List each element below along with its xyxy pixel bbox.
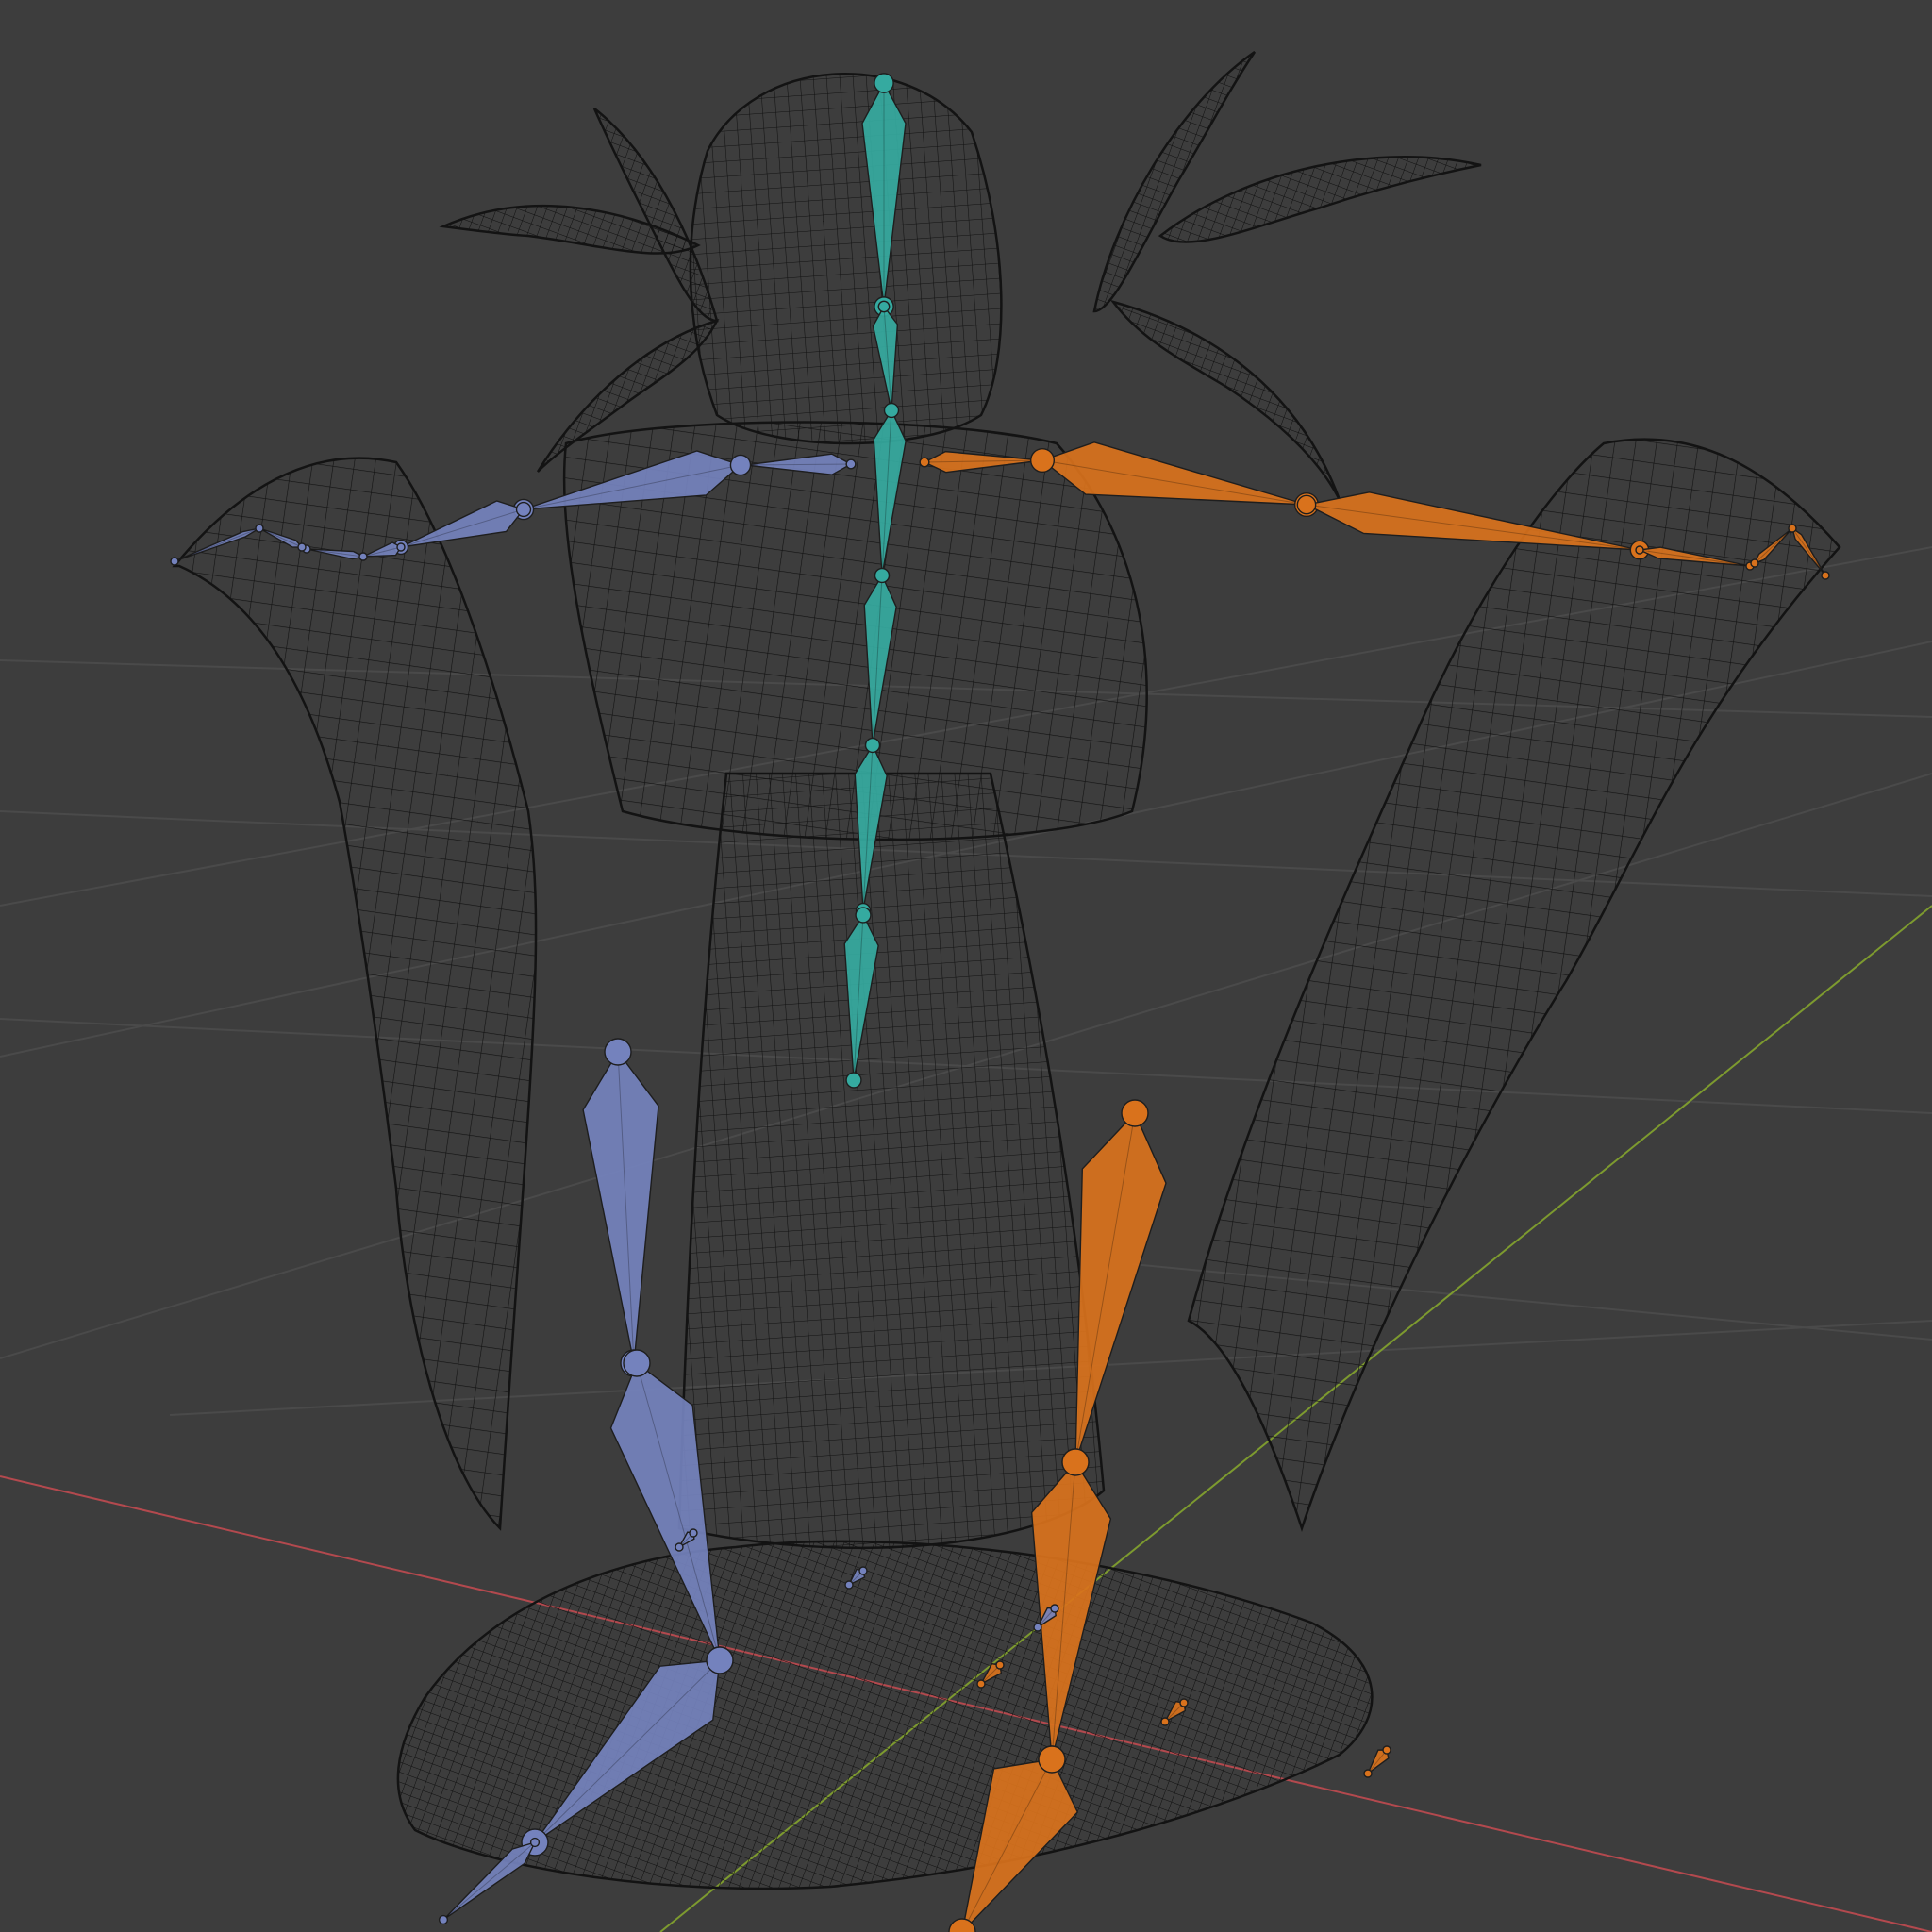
bone-extra-r2-tail-joint[interactable]	[1160, 1717, 1170, 1726]
3d-viewport[interactable]	[0, 0, 1932, 1932]
bone-finger-l3-head-joint[interactable]	[255, 524, 264, 533]
bone-finger-l2-head-joint[interactable]	[297, 542, 307, 552]
character-mesh[interactable]	[172, 50, 1841, 1890]
bone-extra-c1-head-joint[interactable]	[858, 1566, 868, 1575]
bone-spine-lower-head-joint[interactable]	[864, 737, 881, 754]
bone-head-head-joint[interactable]	[874, 73, 894, 93]
bone-chest-head-joint[interactable]	[883, 402, 900, 419]
mesh-horn-right-2	[1092, 50, 1257, 313]
bone-shoulder-r-head-joint[interactable]	[919, 457, 930, 468]
bone-extra-c2-head-joint[interactable]	[1050, 1604, 1059, 1613]
bone-thigh-r[interactable]	[1074, 1111, 1167, 1463]
bone-thigh-l[interactable]	[582, 1050, 659, 1364]
bone-extra-c2-tail-joint[interactable]	[1033, 1623, 1042, 1632]
bone-forearm-r-head-joint[interactable]	[1296, 494, 1317, 515]
bone-hand-r-head-joint[interactable]	[1635, 545, 1644, 555]
bone-forearm-l-head-joint[interactable]	[515, 501, 532, 518]
bone-extra-r2-head-joint[interactable]	[1179, 1698, 1189, 1707]
bone-hips-tail-joint[interactable]	[845, 1072, 862, 1089]
mesh-hood	[689, 73, 1003, 445]
bone-hips-head-joint[interactable]	[855, 907, 872, 924]
bone-thigh-r-head-joint[interactable]	[1121, 1099, 1149, 1127]
bone-shin-r-head-joint[interactable]	[1061, 1448, 1090, 1476]
bone-finger-r1-head-joint[interactable]	[1750, 558, 1759, 568]
bone-upper-arm-l-head-joint[interactable]	[729, 454, 752, 476]
bone-finger-l3-tail-joint[interactable]	[170, 557, 179, 566]
bone-extra-r3-tail-joint[interactable]	[1363, 1769, 1373, 1778]
bone-hand-l-head-joint[interactable]	[396, 542, 406, 552]
bone-neck-head-joint[interactable]	[877, 300, 891, 313]
bone-shoulder-l-head-joint[interactable]	[845, 458, 857, 470]
bone-extra-c1-tail-joint[interactable]	[844, 1580, 854, 1590]
bone-finger-l1-head-joint[interactable]	[358, 552, 368, 561]
bone-foot-r-head-joint[interactable]	[1038, 1745, 1066, 1774]
bone-extra-r3-head-joint[interactable]	[1382, 1745, 1391, 1755]
bone-extra-r1-head-joint[interactable]	[995, 1660, 1005, 1670]
mesh-robe	[677, 772, 1106, 1550]
bone-upper-arm-r-head-joint[interactable]	[1029, 447, 1056, 474]
viewport-canvas[interactable]	[0, 0, 1932, 1932]
bone-finger-r2-tail-joint[interactable]	[1821, 571, 1830, 580]
bone-toe-l-head-joint[interactable]	[529, 1837, 541, 1848]
bone-foot-l-head-joint[interactable]	[706, 1646, 734, 1674]
mesh-horn-right	[1158, 156, 1482, 243]
bone-shin-l-head-joint[interactable]	[623, 1349, 651, 1377]
bone-extra-l1-tail-joint[interactable]	[675, 1542, 684, 1552]
bone-thigh-l-head-joint[interactable]	[604, 1038, 632, 1066]
bone-finger-r2-head-joint[interactable]	[1788, 524, 1797, 533]
mesh-cape	[172, 457, 538, 1531]
mesh-cape-right	[1187, 438, 1841, 1532]
bone-extra-r1-tail-joint[interactable]	[976, 1679, 986, 1689]
bone-toe-l-tail-joint[interactable]	[438, 1914, 449, 1925]
bone-spine-upper-head-joint[interactable]	[874, 567, 891, 584]
bone-extra-l1-head-joint[interactable]	[689, 1528, 698, 1538]
